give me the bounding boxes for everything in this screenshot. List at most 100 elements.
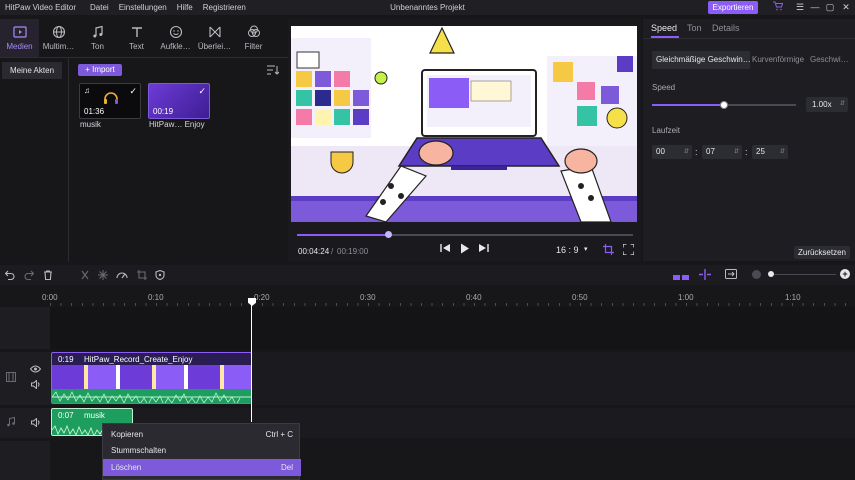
timeline-ruler[interactable]: 0:00 0:10 0:20 0:30 0:40 0:50 1:00 1:10 [42, 290, 855, 306]
menu-item-shortcut: Ctrl + C [265, 430, 293, 439]
redo-icon[interactable] [24, 270, 35, 282]
speaker-icon[interactable] [31, 418, 41, 427]
media-sidebar: Meine Akten [2, 62, 64, 262]
speed-icon[interactable] [116, 269, 128, 282]
menu-registrieren[interactable]: Registrieren [203, 3, 246, 12]
export-button[interactable]: Exportieren [708, 1, 758, 14]
close-icon[interactable]: ✕ [839, 1, 853, 14]
video-clip-duration: 0:19 [58, 355, 74, 364]
zoom-in-icon[interactable]: + [840, 269, 850, 279]
tool-ton[interactable]: Ton [78, 19, 117, 57]
sidebar-item-meine-akten[interactable]: Meine Akten [2, 62, 62, 79]
headphones-icon [104, 92, 118, 104]
music-note-icon [7, 417, 15, 427]
skip-forward-icon[interactable] [478, 243, 489, 256]
ruler-label: 0:30 [360, 293, 376, 302]
tab-ton[interactable]: Ton [687, 23, 702, 33]
media-sidebar-divider [68, 58, 69, 262]
zoom-slider[interactable] [770, 274, 836, 275]
skip-back-icon[interactable] [440, 243, 451, 256]
tool-text[interactable]: Text [117, 19, 156, 57]
fullscreen-icon[interactable] [622, 243, 635, 257]
tool-medien[interactable]: Medien [0, 19, 39, 57]
menu-item-shortcut: Del [280, 463, 293, 472]
stepper-icon: ⇵ [683, 149, 689, 155]
speed-value-input[interactable]: 1.00x ⇵ [806, 97, 848, 112]
current-time: 00:04:24 [298, 247, 330, 256]
duration-hours-input[interactable]: 00 ⇵ [652, 145, 692, 159]
cart-icon[interactable] [771, 1, 785, 14]
zoom-slider-handle[interactable] [768, 271, 774, 277]
media-name: musik [80, 120, 101, 129]
tool-label: Ton [91, 42, 104, 51]
menu-datei[interactable]: Datei [90, 3, 109, 12]
context-menu: Kopieren Ctrl + C Stummschalten Löschen … [102, 423, 301, 480]
duration-seconds-input[interactable]: 25 ⇵ [752, 145, 788, 159]
time-separator: / [331, 247, 334, 256]
tab-divider [643, 38, 855, 39]
video-clip[interactable]: 0:19 HitPaw_Record_Create_Enjoy [51, 352, 252, 404]
speed-slider-handle[interactable] [720, 101, 728, 109]
tool-multimedia[interactable]: Multim… [39, 19, 78, 57]
duration-minutes-input[interactable]: 07 ⇵ [702, 145, 742, 159]
playback-progress-bar[interactable] [297, 234, 633, 236]
snap-icon[interactable] [699, 269, 711, 282]
speed-mode-curve[interactable]: Kurvenförmige [751, 51, 807, 69]
video-clip-waveform [52, 389, 251, 403]
menu-item-kopieren[interactable]: Kopieren Ctrl + C [103, 426, 301, 443]
menu-hilfe[interactable]: Hilfe [177, 3, 193, 12]
tool-filter[interactable]: Filter [234, 19, 273, 57]
minimize-icon[interactable]: — [808, 1, 822, 14]
split-icon[interactable] [80, 270, 90, 282]
undo-icon[interactable] [4, 270, 15, 282]
preview-toggle-icon[interactable] [725, 269, 737, 281]
freeze-icon[interactable] [98, 270, 108, 282]
duration-hours: 00 [656, 147, 665, 156]
filter-icon [247, 25, 260, 37]
media-item-musik[interactable]: ♫ ✓ 01:36 [79, 83, 141, 119]
video-preview[interactable] [291, 26, 637, 222]
total-time: 00:19:00 [337, 247, 369, 256]
mask-icon[interactable] [155, 269, 165, 282]
import-button[interactable]: + Import [78, 64, 122, 76]
video-clip-title: HitPaw_Record_Create_Enjoy [84, 355, 193, 364]
tool-ueberleitung[interactable]: Überlei… [195, 19, 234, 57]
speed-label: Speed [652, 83, 676, 92]
speed-mode-other[interactable]: Geschwi… [810, 51, 852, 69]
duration-minutes: 07 [706, 147, 715, 156]
chevron-down-icon: ▾ [584, 246, 588, 253]
tool-label: Überlei… [197, 42, 232, 51]
tab-speed[interactable]: Speed [651, 23, 677, 33]
tab-details[interactable]: Details [712, 23, 740, 33]
menu-item-loeschen[interactable]: Löschen Del [103, 459, 301, 476]
eye-icon[interactable] [30, 365, 41, 373]
delete-icon[interactable] [43, 270, 53, 282]
music-note-icon: ♫ [84, 86, 90, 95]
ruler-label: 0:40 [466, 293, 482, 302]
zoom-out-icon[interactable] [752, 270, 761, 279]
crop-icon[interactable] [603, 244, 614, 257]
app-name: HitPaw Video Editor [5, 3, 76, 12]
menu-einstellungen[interactable]: Einstellungen [119, 3, 167, 12]
audio-track-header [0, 408, 50, 438]
menu-item-stummschalten[interactable]: Stummschalten [103, 442, 301, 459]
zoom-fit-icon[interactable] [673, 272, 689, 280]
play-icon[interactable] [460, 243, 470, 257]
duration-label: Laufzeit [652, 126, 681, 135]
speaker-icon[interactable] [31, 380, 41, 389]
playback-scrubber-handle[interactable] [384, 231, 392, 238]
media-item-video[interactable]: ✓ 00:19 [148, 83, 210, 119]
aspect-ratio-selector[interactable]: 16 : 9 [556, 245, 579, 255]
crop-icon[interactable] [137, 270, 147, 282]
menu-bar: Datei Einstellungen Hilfe Registrieren [90, 3, 256, 12]
hamburger-menu-icon[interactable]: ☰ [793, 1, 807, 14]
transition-icon [208, 26, 221, 38]
media-duration: 01:36 [84, 107, 105, 116]
sort-icon[interactable] [267, 65, 280, 75]
tool-aufkleber[interactable]: Aufkle… [156, 19, 195, 57]
music-note-icon [92, 25, 103, 38]
maximize-icon[interactable]: ▢ [823, 1, 837, 14]
duration-seconds: 25 [756, 147, 765, 156]
speed-mode-uniform[interactable]: Gleichmäßige Geschwin… [652, 51, 750, 69]
reset-button[interactable]: Zurücksetzen [794, 246, 850, 259]
